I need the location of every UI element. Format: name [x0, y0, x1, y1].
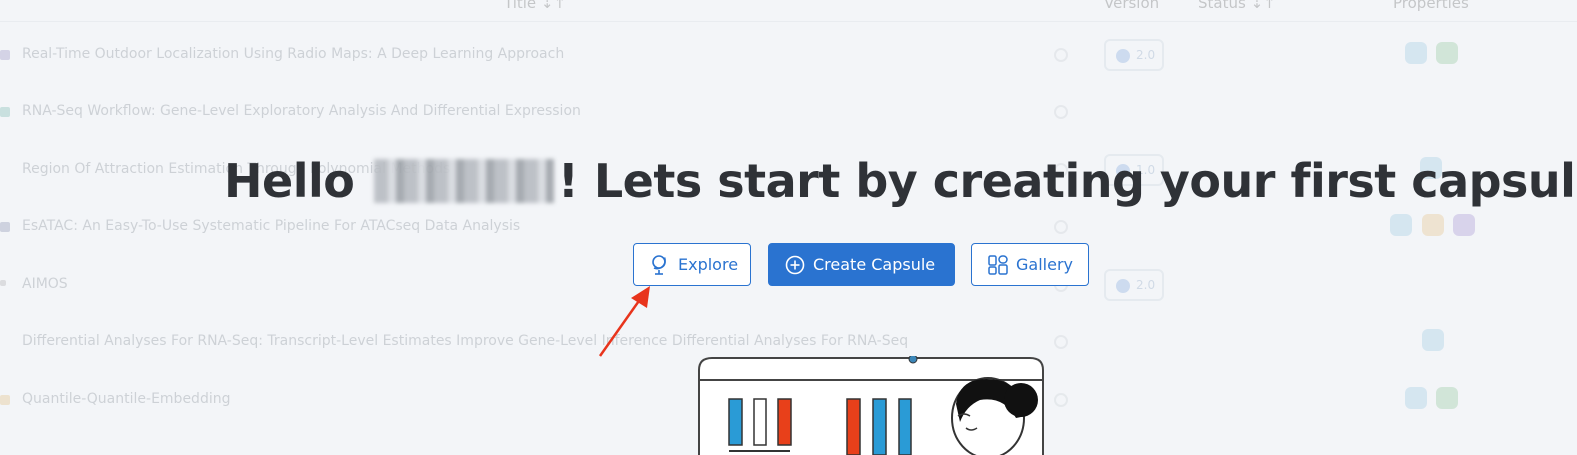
- capsule-thumbnail: [0, 107, 10, 117]
- property-icon: [1405, 42, 1427, 64]
- column-header-title[interactable]: Title ⇣↑: [504, 0, 566, 12]
- capsule-title[interactable]: Real-Time Outdoor Localization Using Rad…: [22, 46, 564, 62]
- plus-circle-icon: [785, 255, 805, 275]
- gallery-label: Gallery: [1016, 255, 1073, 274]
- column-header-properties: Properties: [1393, 0, 1469, 12]
- create-capsule-label: Create Capsule: [813, 255, 936, 274]
- visibility-icon: [1054, 335, 1068, 349]
- capsule-title[interactable]: RNA-Seq Workflow: Gene-Level Exploratory…: [22, 103, 581, 119]
- capsule-title[interactable]: AIMOS: [22, 276, 68, 292]
- version-badge: 2.0: [1104, 39, 1164, 71]
- empty-state-illustration: [698, 356, 1044, 455]
- explore-button[interactable]: Explore: [633, 243, 751, 286]
- gallery-button[interactable]: Gallery: [971, 243, 1089, 286]
- welcome-hello: Hello: [224, 154, 355, 208]
- column-header-status[interactable]: Status ⇣↑: [1198, 0, 1276, 12]
- property-icon: [1436, 387, 1458, 409]
- capsule-title[interactable]: Quantile-Quantile-Embedding: [22, 391, 230, 407]
- create-capsule-button[interactable]: Create Capsule: [768, 243, 955, 286]
- column-header-version: Version: [1104, 0, 1160, 12]
- capsule-title[interactable]: Differential Analyses For RNA-Seq: Trans…: [22, 333, 908, 349]
- property-icon: [1436, 42, 1458, 64]
- table-row[interactable]: Real-Time Outdoor Localization Using Rad…: [0, 26, 1577, 83]
- welcome-headline: Hello ! Lets start by creating your firs…: [224, 154, 1577, 208]
- visibility-icon: [1054, 48, 1068, 62]
- annotation-arrow: [598, 286, 650, 357]
- capsule-thumbnail: [0, 50, 10, 60]
- capsule-thumbnail: [0, 222, 10, 232]
- table-row[interactable]: RNA-Seq Workflow: Gene-Level Exploratory…: [0, 83, 1577, 140]
- property-icon: [1422, 329, 1444, 351]
- property-icon: [1390, 214, 1412, 236]
- property-icon: [1453, 214, 1475, 236]
- grid-icon: [988, 254, 1008, 275]
- capsule-thumbnail: [0, 280, 6, 286]
- visibility-icon: [1054, 105, 1068, 119]
- redacted-username: [373, 159, 554, 203]
- version-badge: 2.0: [1104, 269, 1164, 301]
- capsule-title[interactable]: EsATAC: An Easy-To-Use Systematic Pipeli…: [22, 218, 520, 234]
- table-header: Title ⇣↑ Version Status ⇣↑ Properties: [0, 0, 1577, 22]
- visibility-icon: [1054, 220, 1068, 234]
- explore-label: Explore: [678, 255, 739, 274]
- globe-icon: [650, 254, 670, 276]
- visibility-icon: [1054, 393, 1068, 407]
- welcome-message: ! Lets start by creating your first caps…: [557, 154, 1577, 208]
- property-icon: [1422, 214, 1444, 236]
- capsule-thumbnail: [0, 395, 10, 405]
- property-icon: [1405, 387, 1427, 409]
